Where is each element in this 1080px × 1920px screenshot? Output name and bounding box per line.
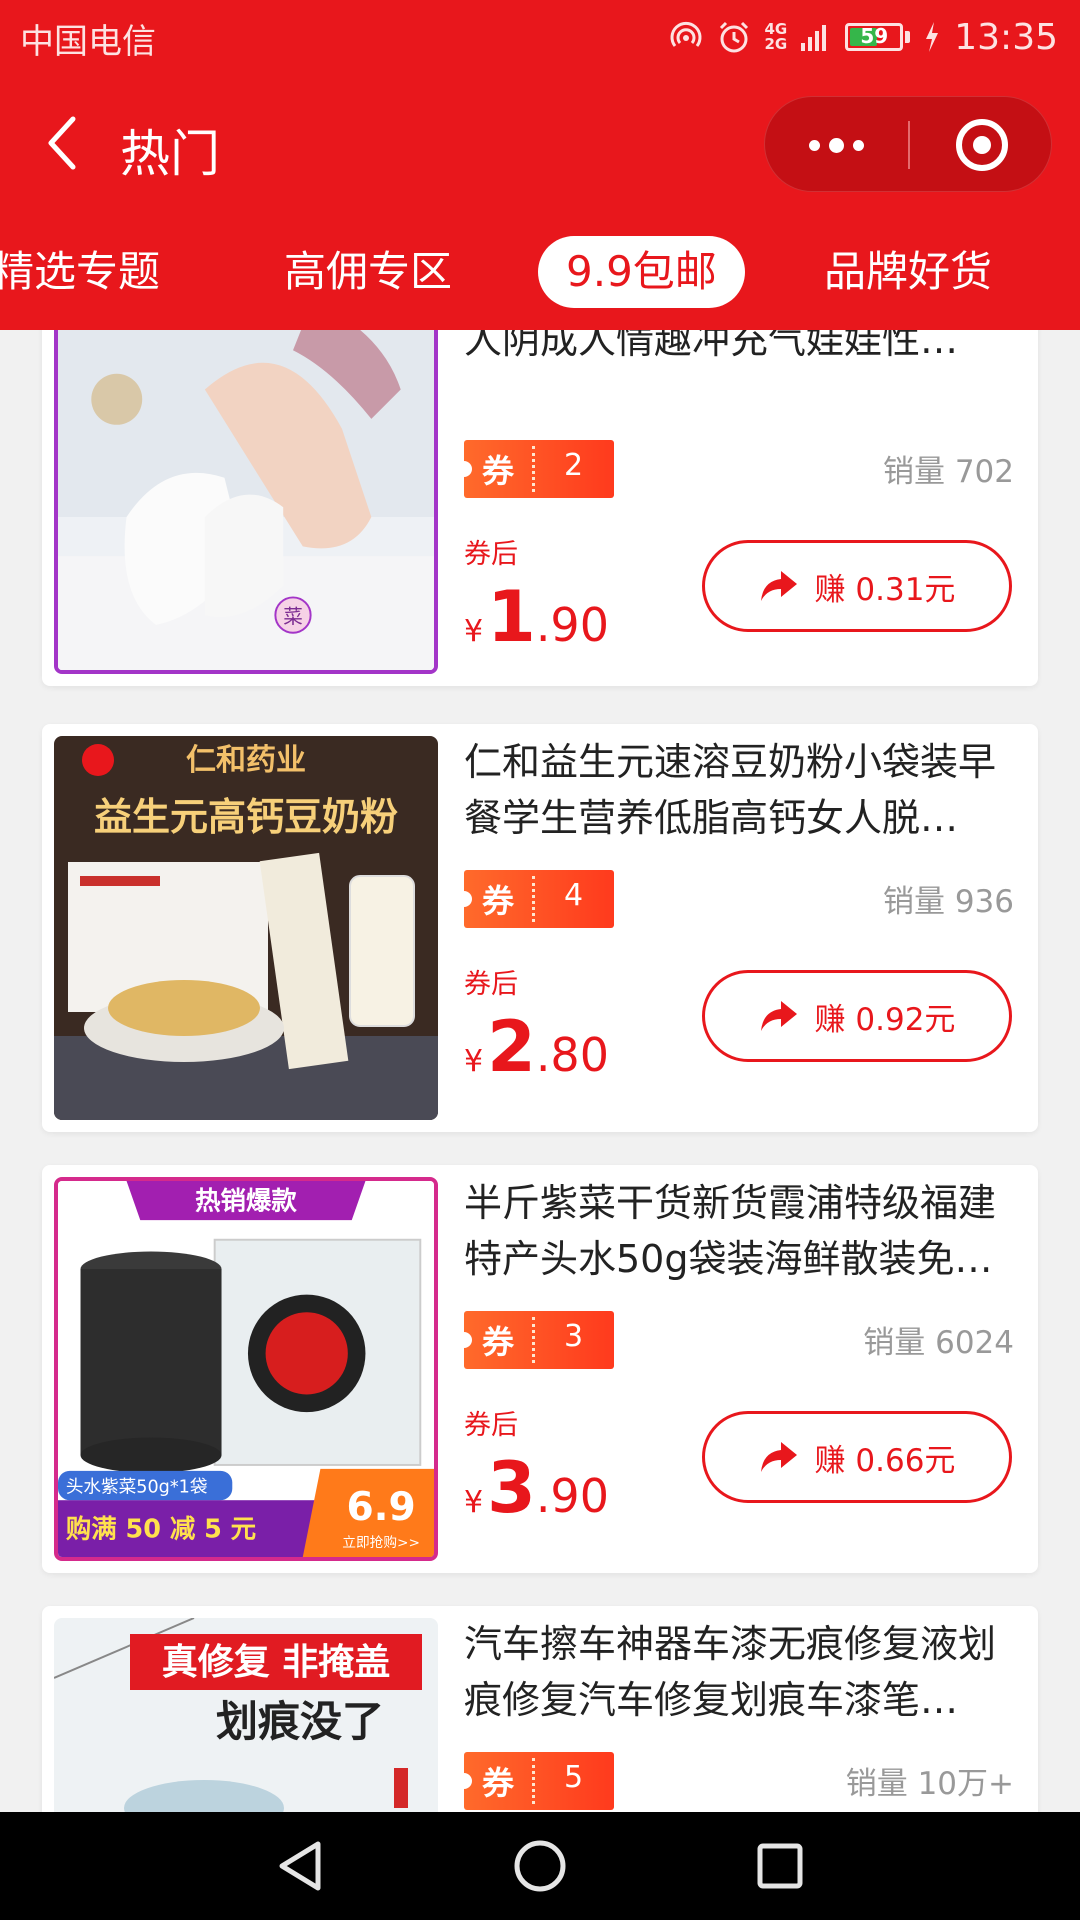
title-bar: 热门 [0,78,1080,210]
product-image[interactable]: 菜 [54,330,438,674]
product-title[interactable]: 仁和益生元速溶豆奶粉小袋装早餐学生营养低脂高钙女人脱… [464,734,1019,850]
nav-home-button[interactable] [512,1838,568,1894]
circle-home-icon [514,1840,566,1892]
battery-level: 59 [860,24,889,48]
more-dots-icon[interactable] [765,97,908,193]
product-image[interactable]: 真修复 非掩盖 划痕没了 [54,1618,438,1812]
category-tabs: 精选专题 高佣专区 9.9包邮 品牌好货 [0,210,1080,330]
tab-high-commission[interactable]: 高佣专区 [284,236,452,308]
svg-text:仁和药业: 仁和药业 [186,743,306,778]
sales-count: 销量 10万+ [845,1766,1014,1802]
mini-program-capsule [764,96,1052,192]
signal-icon [801,25,827,51]
product-photo: 菜 [58,330,434,670]
sales-count: 销量 936 [882,884,1014,920]
svg-text:益生元高钙豆奶粉: 益生元高钙豆奶粉 [94,795,398,839]
coupon-badge: 券 5 [456,1752,614,1810]
tab-free-shipping[interactable]: 9.9包邮 [538,236,745,308]
triangle-back-icon [279,1841,321,1891]
after-coupon-label: 券后 [464,539,518,570]
screen: 中国电信 4G 2G 59 13:35 热门 精选专题 高佣专区 9.9包邮 品… [0,0,1080,1920]
product-title[interactable]: 半斤紫菜干货新货霞浦特级福建特产头水50g袋装海鲜散装免… [464,1175,1019,1291]
svg-text:头水紫菜50g*1袋: 头水紫菜50g*1袋 [66,1477,208,1497]
svg-text:购满 50 减 5 元: 购满 50 减 5 元 [66,1514,256,1544]
product-card[interactable]: 热销爆款 头水紫菜50g*1袋 购满 50 减 5 元 6.9 立即抢购>> 半… [42,1165,1038,1573]
svg-text:6.9: 6.9 [346,1485,415,1530]
svg-text:热销爆款: 热销爆款 [195,1186,297,1216]
share-arrow-icon [760,1442,797,1472]
coupon-badge: 券 2 [456,440,614,498]
page-title: 热门 [120,125,220,183]
product-list[interactable]: 菜 自慰器男用飞机杯自器倒模仿真人阴成人情趣冲充气娃娃性… 券 2 销量 702… [0,330,1080,1812]
tab-featured[interactable]: 精选专题 [0,236,160,308]
close-mini-program-button[interactable] [910,97,1053,193]
status-bar: 中国电信 4G 2G 59 13:35 [0,0,1080,78]
share-arrow-icon [760,1001,797,1031]
share-earn-button[interactable]: 赚 0.66元 [702,1411,1012,1503]
after-coupon-label: 券后 [464,969,518,1000]
after-coupon-label: 券后 [464,1410,518,1441]
hotspot-icon [670,21,701,47]
tab-brand-goods[interactable]: 品牌好货 [824,236,992,308]
svg-text:菜: 菜 [283,605,303,628]
back-button[interactable] [36,112,86,174]
coupon-badge: 券 4 [456,870,614,928]
status-icons: 4G 2G 59 13:35 [669,12,1058,62]
battery-icon: 59 [845,23,904,51]
price: ¥3.90 [464,1447,609,1529]
price: ¥2.80 [464,1006,609,1088]
product-image[interactable]: 热销爆款 头水紫菜50g*1袋 购满 50 减 5 元 6.9 立即抢购>> [54,1177,438,1561]
share-earn-button[interactable]: 赚 0.92元 [702,970,1012,1062]
product-title[interactable]: 自慰器男用飞机杯自器倒模仿真人阴成人情趣冲充气娃娃性… [464,330,1019,372]
target-circle-icon [955,119,1008,171]
system-nav-bar [0,1812,1080,1920]
nav-back-button[interactable] [274,1838,330,1894]
share-arrow-icon [760,571,797,601]
alarm-icon [719,21,748,53]
svg-text:划痕没了: 划痕没了 [216,1697,384,1746]
share-earn-button[interactable]: 赚 0.31元 [702,540,1012,632]
product-title[interactable]: 汽车擦车神器车漆无痕修复液划痕修复汽车修复划痕车漆笔… [464,1616,1019,1732]
svg-text:真修复 非掩盖: 真修复 非掩盖 [162,1642,391,1683]
product-card[interactable]: 仁和药业 益生元高钙豆奶粉 仁和益生元速溶豆奶粉小袋装早餐学生营养低脂高钙女人脱… [42,724,1038,1132]
clock: 13:35 [954,16,1058,58]
product-card[interactable]: 真修复 非掩盖 划痕没了 汽车擦车神器车漆无痕修复液划痕修复汽车修复划痕车漆笔…… [42,1606,1038,1812]
sales-count: 销量 6024 [863,1325,1014,1361]
coupon-badge: 券 3 [456,1311,614,1369]
product-photo: 仁和药业 益生元高钙豆奶粉 [54,736,438,1120]
price: ¥1.90 [464,576,609,658]
network-type: 4G 2G [764,20,788,53]
product-image[interactable]: 仁和药业 益生元高钙豆奶粉 [54,736,438,1120]
nav-recents-button[interactable] [752,1838,808,1894]
chevron-left-icon [48,116,76,170]
square-recents-icon [757,1843,803,1889]
product-photo: 热销爆款 头水紫菜50g*1袋 购满 50 减 5 元 6.9 立即抢购>> [58,1181,434,1557]
carrier-name: 中国电信 [20,22,156,62]
charging-icon [926,22,939,52]
product-card[interactable]: 菜 自慰器男用飞机杯自器倒模仿真人阴成人情趣冲充气娃娃性… 券 2 销量 702… [42,330,1038,686]
battery-cap [905,31,911,43]
sales-count: 销量 702 [882,454,1014,490]
product-photo: 真修复 非掩盖 划痕没了 [54,1618,438,1812]
svg-text:立即抢购>>: 立即抢购>> [342,1534,420,1551]
